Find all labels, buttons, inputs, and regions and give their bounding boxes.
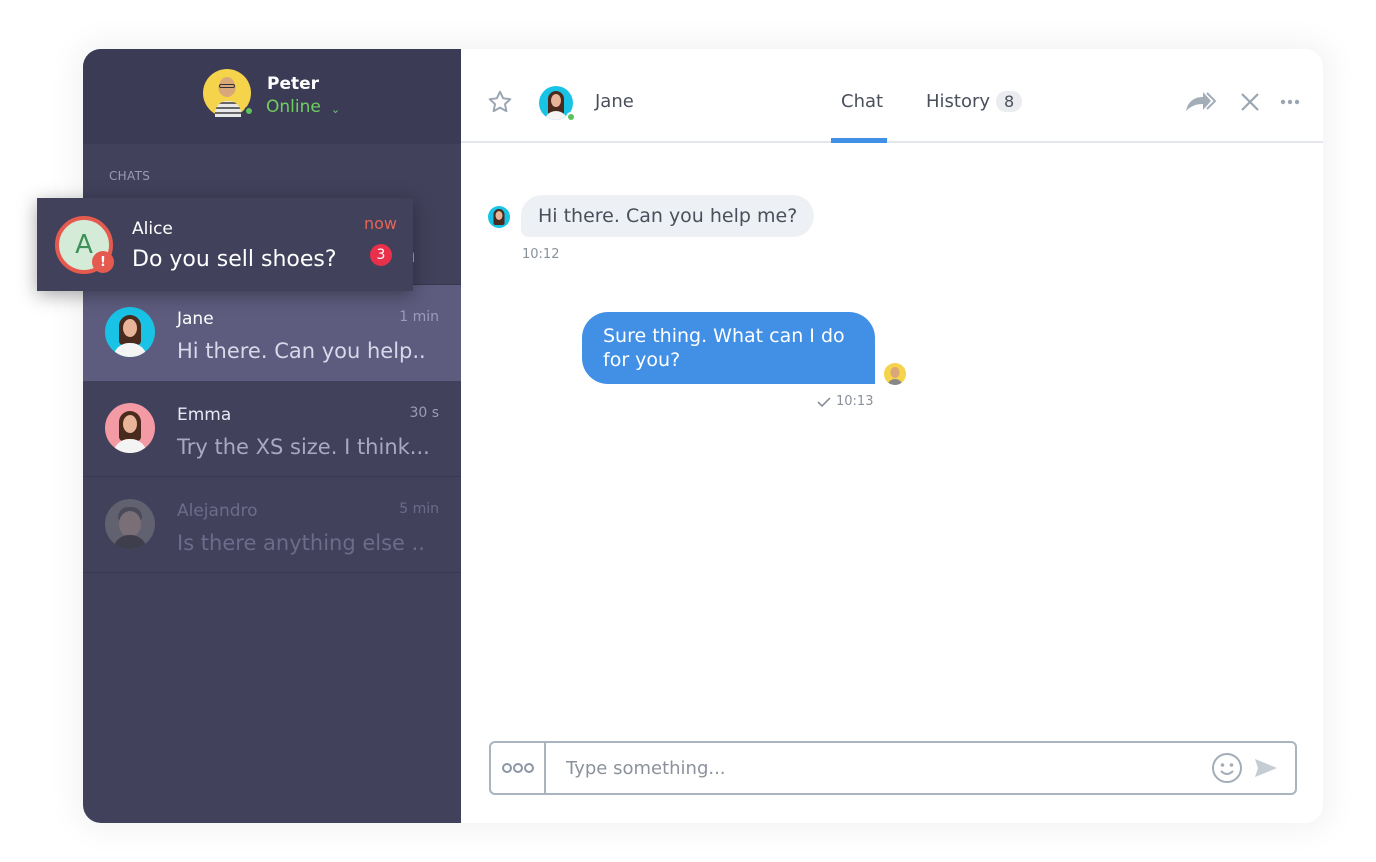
unread-count-badge: 3 — [370, 244, 392, 266]
more-icon[interactable] — [1279, 91, 1301, 113]
avatar-face — [123, 415, 137, 433]
forward-icon[interactable] — [1184, 89, 1218, 115]
avatar-shirt — [215, 101, 241, 117]
message-status: 10:13 — [817, 394, 873, 409]
online-indicator — [566, 112, 576, 122]
send-button[interactable] — [1251, 743, 1281, 793]
chat-time: 1 min — [399, 309, 439, 325]
avatar — [105, 307, 155, 357]
tab-history-label: History — [926, 91, 991, 112]
chat-preview: Is there anything else .. — [177, 531, 425, 555]
active-tab-indicator — [831, 138, 887, 143]
chats-section-label: CHATS — [109, 169, 151, 183]
user-name: Peter — [267, 74, 320, 94]
notification-time: now — [363, 214, 397, 233]
contact-name: Jane — [595, 91, 634, 112]
attachments-button[interactable] — [491, 743, 546, 793]
chevron-down-icon: ⌄ — [330, 102, 341, 116]
user-avatar[interactable] — [203, 69, 254, 117]
avatar-face — [123, 319, 137, 337]
chat-item-alejandro[interactable]: Alejandro 5 min Is there anything else .… — [83, 477, 461, 573]
user-header: Peter Online ⌄ — [83, 49, 461, 144]
outgoing-message: Sure thing. What can I do for you? — [582, 312, 875, 384]
conversation-header: Jane Chat History 8 — [461, 49, 1323, 143]
contact-avatar[interactable] — [539, 86, 576, 122]
message-input[interactable] — [546, 743, 1211, 793]
tab-chat[interactable]: Chat — [841, 91, 883, 112]
alert-icon: ! — [92, 251, 114, 273]
avatar-body — [113, 439, 147, 453]
message-time: 10:13 — [836, 394, 874, 409]
avatar-face — [495, 211, 503, 220]
avatar — [105, 499, 155, 549]
status-label: Online — [266, 97, 321, 117]
chat-item-emma[interactable]: Emma 30 s Try the XS size. I think... — [83, 381, 461, 477]
sidebar: Peter Online ⌄ CHATS a Jane 1 min Hi the… — [83, 49, 461, 823]
emoji-icon — [1212, 753, 1242, 783]
chat-name: Jane — [177, 309, 214, 329]
chat-preview: Try the XS size. I think... — [177, 435, 430, 459]
notification-sender: Alice — [132, 219, 173, 239]
chat-name: Emma — [177, 405, 232, 425]
emoji-button[interactable] — [1211, 743, 1243, 793]
status-dropdown[interactable]: Online ⌄ — [266, 97, 340, 117]
chat-time: 5 min — [399, 501, 439, 517]
avatar-body — [113, 535, 147, 549]
close-icon[interactable] — [1239, 91, 1261, 113]
outgoing-avatar — [884, 363, 906, 385]
avatar-body — [113, 343, 147, 357]
message-composer — [489, 741, 1297, 795]
incoming-message: Hi there. Can you help me? — [521, 195, 815, 237]
chat-name: Alejandro — [177, 501, 258, 521]
more-options-icon — [501, 763, 534, 773]
avatar-face — [890, 367, 900, 378]
chat-item-jane[interactable]: Jane 1 min Hi there. Can you help.. — [83, 285, 461, 381]
star-icon[interactable] — [487, 89, 513, 115]
incoming-avatar — [488, 206, 510, 228]
chat-preview: Hi there. Can you help.. — [177, 339, 426, 363]
avatar-glasses — [219, 84, 235, 88]
avatar-body — [887, 379, 903, 385]
tab-history[interactable]: History 8 — [926, 91, 1023, 112]
online-indicator — [244, 106, 254, 116]
avatar-face — [551, 94, 561, 107]
send-icon — [1255, 759, 1277, 777]
message-time: 10:12 — [522, 247, 560, 262]
avatar — [105, 403, 155, 453]
new-message-notification[interactable]: A ! Alice Do you sell shoes? now 3 — [37, 198, 413, 291]
history-count-badge: 8 — [996, 91, 1023, 112]
avatar-face — [119, 511, 141, 537]
chat-window: Peter Online ⌄ CHATS a Jane 1 min Hi the… — [83, 49, 1323, 823]
notification-message: Do you sell shoes? — [132, 247, 337, 272]
check-icon — [817, 396, 831, 407]
chat-time: 30 s — [409, 405, 439, 421]
conversation-panel: Jane Chat History 8 Hi there. Can you he… — [461, 49, 1323, 823]
